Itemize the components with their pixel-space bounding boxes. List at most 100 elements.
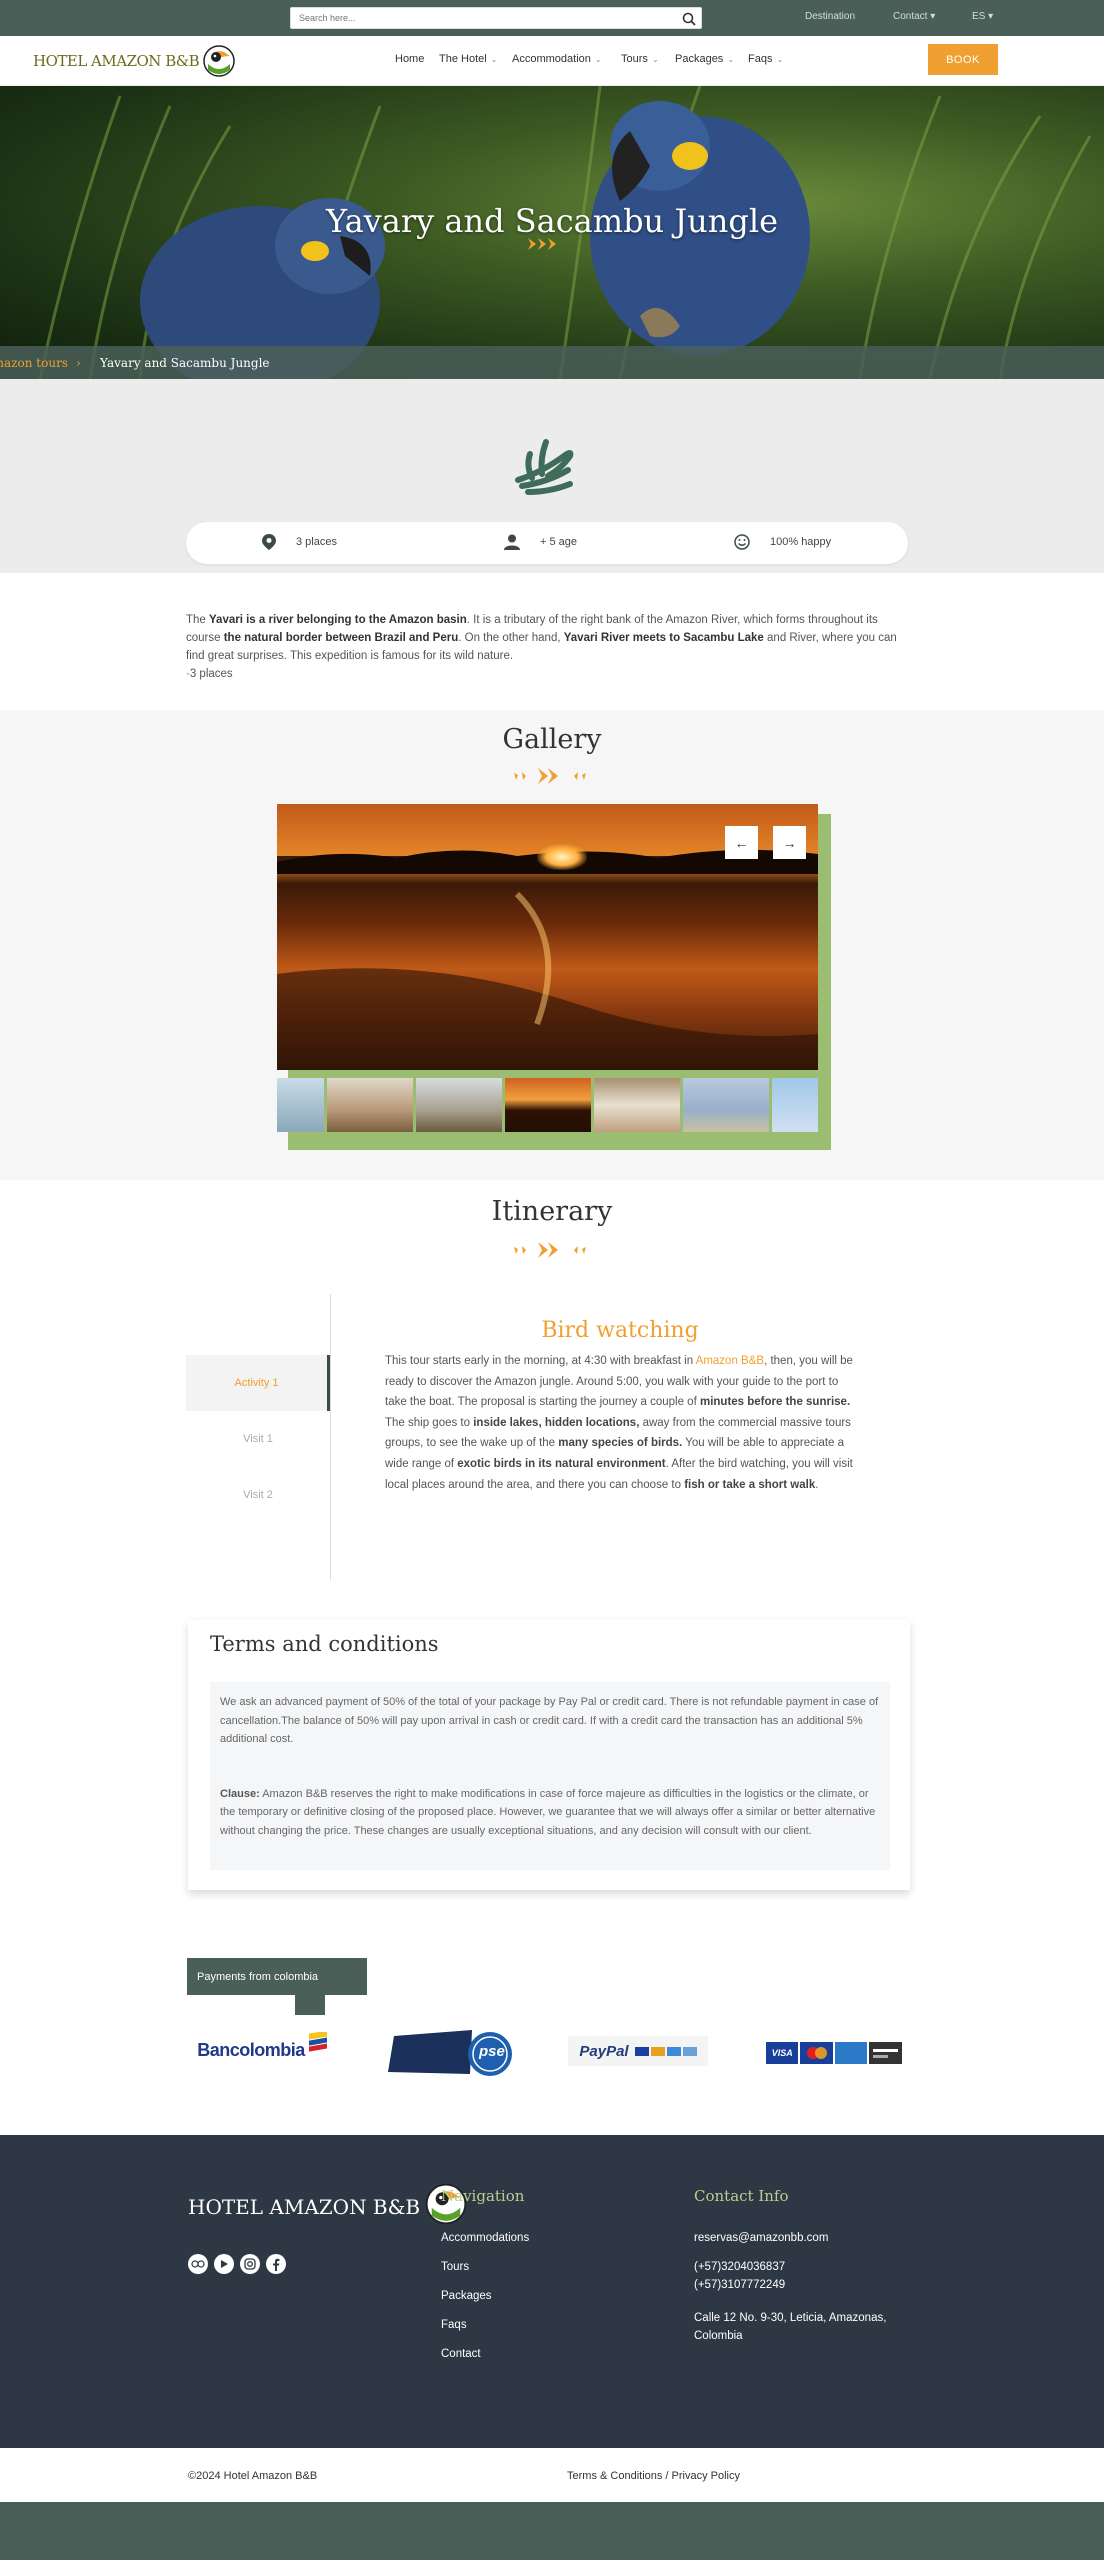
footer-link-contact[interactable]: Contact <box>441 2348 481 2360</box>
gallery-next-button[interactable]: → <box>773 826 806 859</box>
breadcrumb: Amazon tours › Yavary and Sacambu Jungle <box>0 346 1104 379</box>
nav-packages[interactable]: Packages ⌄ <box>675 53 734 65</box>
gallery-main-image[interactable]: ← → <box>277 804 818 1070</box>
gallery-title: Gallery <box>502 724 602 755</box>
gallery-prev-button[interactable]: ← <box>725 826 758 859</box>
payments-tab: Payments from colombia <box>187 1958 367 1995</box>
tripadvisor-glyph <box>191 2260 205 2268</box>
amex-mini-icon <box>666 2046 681 2056</box>
contact-phone-1[interactable]: (+57)3204036837 <box>694 2261 785 2273</box>
text-run: inside lakes, hidden locations, <box>473 1416 640 1429</box>
social-links <box>188 2254 286 2274</box>
footer-link-faqs[interactable]: Faqs <box>441 2319 467 2331</box>
search-box[interactable] <box>290 7 702 29</box>
text-run: . On the other hand, <box>458 632 564 644</box>
text-run: This tour starts early in the morning, a… <box>385 1355 696 1367</box>
logo-text: HOTEL AMAZON B&B <box>33 52 200 70</box>
bancolombia-text: Bancolombia <box>197 2039 305 2060</box>
nav-the-hotel[interactable]: The Hotel ⌄ <box>439 53 497 65</box>
breadcrumb-link-amazon-tours[interactable]: Amazon tours <box>0 356 68 370</box>
gallery-thumbnail[interactable] <box>277 1078 324 1132</box>
text-run: The <box>186 614 210 626</box>
stats-section: 3 places + 5 age 100% happy <box>0 379 1104 573</box>
nav-accommodation[interactable]: Accommodation ⌄ <box>512 53 602 65</box>
text-run: minutes before the sunrise. <box>699 1396 851 1409</box>
chevron-down-icon: ⌄ <box>776 55 784 64</box>
nav-tours[interactable]: Tours ⌄ <box>621 53 659 65</box>
bottom-strip <box>0 2502 1104 2560</box>
top-link-contact[interactable]: Contact ▾ <box>893 11 935 22</box>
f-glyph <box>273 2258 280 2271</box>
text-bold: Yavari is a river belonging to the Amazo… <box>209 614 467 626</box>
text-run: . <box>815 1478 819 1491</box>
text-run: The ship goes to <box>385 1416 474 1429</box>
top-bar: Destination Contact ▾ ES ▾ <box>0 0 1104 36</box>
tab-visit-1[interactable]: Visit 1 <box>186 1411 330 1467</box>
activity-description: This tour starts early in the morning, a… <box>385 1351 855 1495</box>
contact-email[interactable]: reservas@amazonbb.com <box>694 2232 828 2244</box>
tab-visit-2[interactable]: Visit 2 <box>186 1467 330 1523</box>
contact-phone-2[interactable]: (+57)3107772249 <box>694 2279 785 2291</box>
arrows-divider-icon <box>514 768 586 784</box>
footer-link-accommodations[interactable]: Accommodations <box>441 2232 529 2244</box>
play-glyph <box>221 2260 228 2268</box>
mastercard-mini-icon <box>650 2046 665 2056</box>
tab-activity-1[interactable]: Activity 1 <box>186 1355 330 1411</box>
nav-home[interactable]: Home <box>395 53 424 65</box>
chevron-down-icon: ⌄ <box>727 55 735 64</box>
payments-tab-notch <box>295 1995 325 2015</box>
footer-link-tours[interactable]: Tours <box>441 2261 469 2273</box>
gallery-thumbnail[interactable] <box>683 1078 769 1132</box>
breadcrumb-current: Yavary and Sacambu Jungle <box>100 356 270 370</box>
youtube-icon[interactable] <box>214 2254 234 2274</box>
text-run: many species of birds. <box>558 1437 683 1450</box>
legal-links[interactable]: Terms & Conditions / Privacy Policy <box>567 2470 740 2482</box>
clause-label: Clause: <box>220 1787 260 1800</box>
gallery-thumbnails <box>277 1078 818 1132</box>
credit-cards-logo: VISA <box>766 2042 902 2064</box>
top-link-destination[interactable]: Destination <box>805 11 855 22</box>
bancolombia-logo: Bancolombia <box>196 2030 330 2070</box>
inline-link[interactable]: Amazon B&B <box>696 1355 764 1367</box>
top-link-contact-label: Contact <box>893 11 928 22</box>
search-icon[interactable] <box>681 11 697 27</box>
clause-text: Amazon B&B reserves the right to make mo… <box>220 1787 876 1837</box>
language-selector[interactable]: ES ▾ <box>972 11 993 22</box>
generic-card-icon <box>869 2042 902 2064</box>
instagram-icon[interactable] <box>240 2254 260 2274</box>
hotel-logo[interactable]: HOTEL AMAZON B&B <box>33 44 236 78</box>
copyright: ©2024 Hotel Amazon B&B <box>188 2470 318 2482</box>
user-icon <box>504 534 520 550</box>
stat-happy: 100% happy <box>734 534 831 550</box>
chevron-down-icon: ⌄ <box>490 55 498 64</box>
nav-faqs-label: Faqs <box>748 53 773 65</box>
paypal-logo: PayPal <box>568 2036 708 2066</box>
paypal-text: PayPal <box>579 2042 629 2060</box>
gallery-thumbnail[interactable] <box>327 1078 413 1132</box>
terms-card: Terms and conditions We ask an advanced … <box>188 1620 910 1890</box>
page-title: Yavary and Sacambu Jungle <box>325 202 779 240</box>
footer-logo[interactable]: HOTEL AMAZON B&B <box>188 2183 468 2226</box>
footer-link-packages[interactable]: Packages <box>441 2290 492 2302</box>
pse-text: pse <box>479 2043 505 2060</box>
search-input[interactable] <box>291 8 671 28</box>
camera-glyph <box>244 2258 256 2270</box>
gallery-thumbnail[interactable] <box>416 1078 502 1132</box>
visa-card-icon: VISA <box>766 2042 799 2064</box>
footer: HOTEL AMAZON B&B Navigation Accommodatio… <box>0 2135 1104 2448</box>
gallery-thumbnail[interactable] <box>594 1078 680 1132</box>
tripadvisor-icon[interactable] <box>188 2254 208 2274</box>
bottom-bar: ©2024 Hotel Amazon B&B Terms & Condition… <box>0 2448 1104 2502</box>
sun <box>537 844 587 870</box>
book-button[interactable]: BOOK <box>928 44 998 75</box>
nav-tours-label: Tours <box>621 53 648 65</box>
stats-bar: 3 places + 5 age 100% happy <box>186 522 908 564</box>
hand-logo-icon <box>515 439 574 495</box>
nav-faqs[interactable]: Faqs ⌄ <box>748 53 783 65</box>
gallery-thumbnail[interactable] <box>772 1078 818 1132</box>
gallery-thumbnail[interactable] <box>505 1078 591 1132</box>
smiley-icon <box>734 534 750 550</box>
arrows-divider-icon <box>514 1242 586 1258</box>
map-pin-icon <box>262 534 276 550</box>
facebook-icon[interactable] <box>266 2254 286 2274</box>
